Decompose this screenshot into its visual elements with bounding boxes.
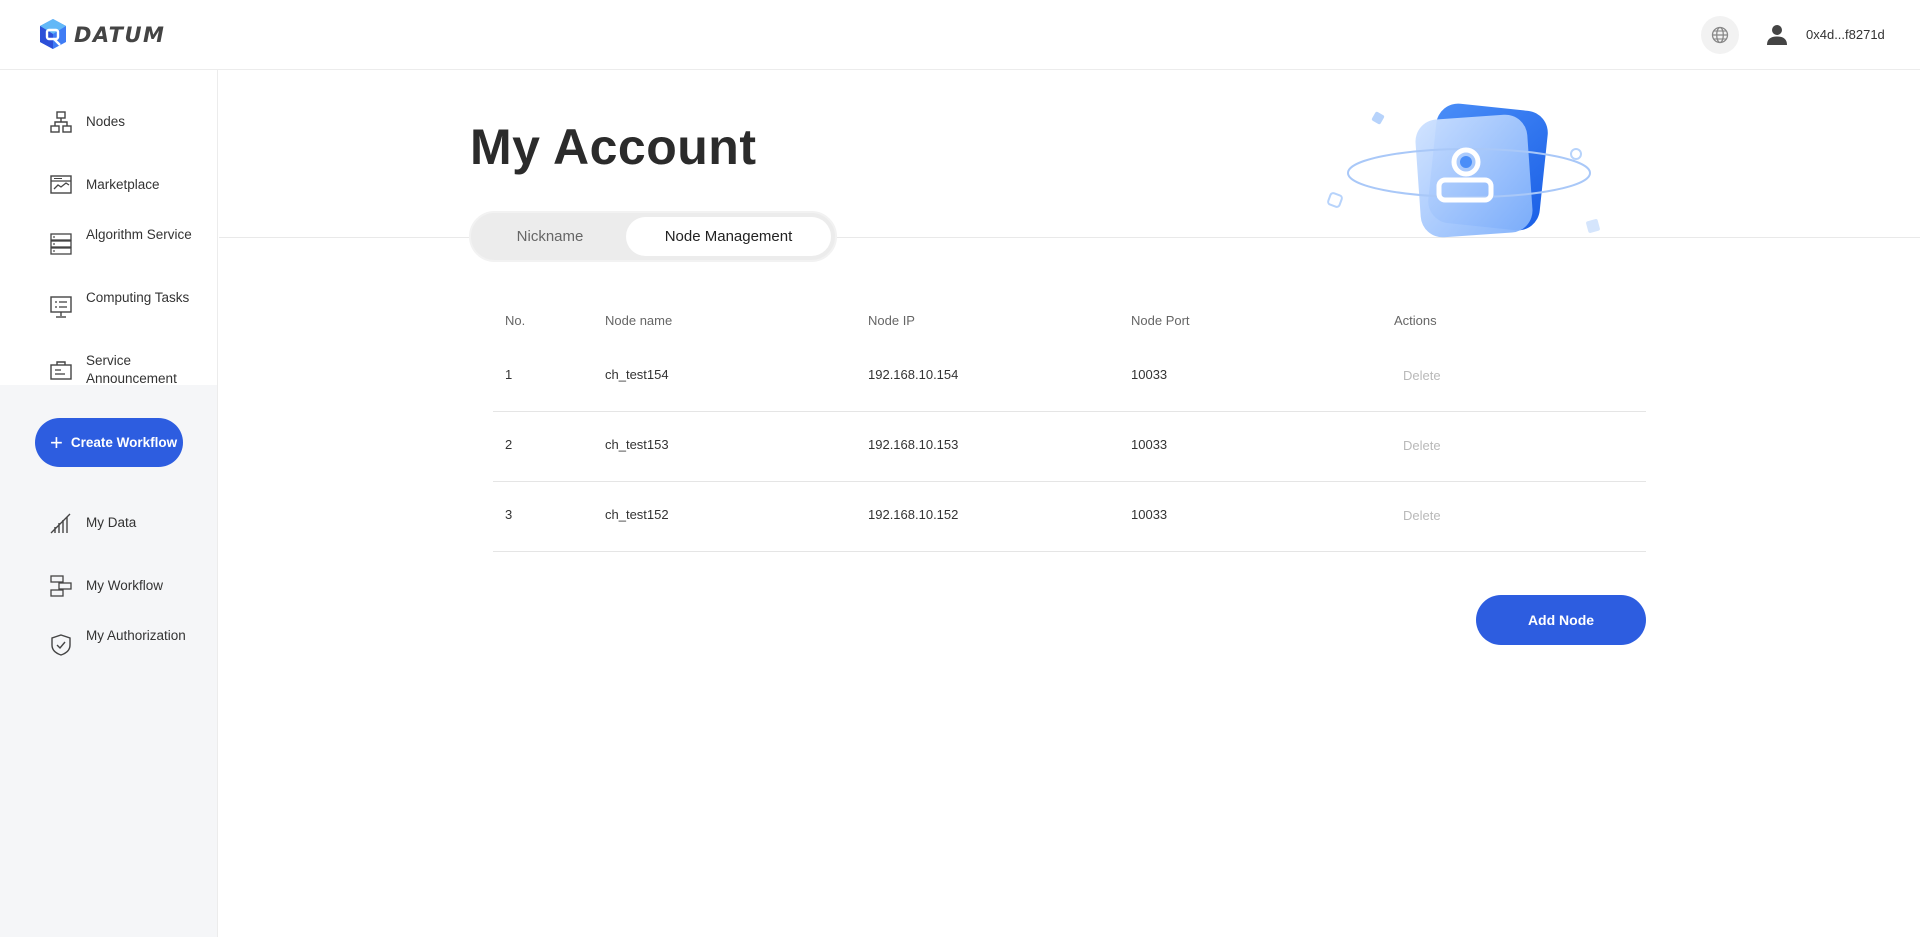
delete-button[interactable]: Delete (1403, 368, 1441, 383)
sidebar-item-label: Marketplace (86, 177, 160, 192)
globe-icon (1711, 26, 1729, 44)
brand-name: DATUM (74, 23, 166, 47)
cell-node-port: 10033 (1131, 507, 1168, 522)
sidebar-item-my-workflow[interactable]: My Workflow (0, 558, 218, 614)
account-tabs: Nickname Node Management (469, 211, 837, 262)
sidebar-item-label: Service Announcement (86, 353, 177, 386)
sidebar-item-label: My Authorization (86, 628, 186, 643)
tab-nickname[interactable]: Nickname (475, 217, 625, 256)
shield-icon (51, 634, 71, 656)
create-workflow-label: Create Workflow (70, 435, 178, 450)
sidebar-item-my-authorization[interactable]: My Authorization (0, 614, 218, 677)
datum-logo-icon (40, 19, 66, 49)
algorithm-icon (50, 233, 72, 255)
cell-node-name: ch_test154 (605, 367, 669, 382)
top-header: DATUM 0x4d...f8271d (0, 0, 1920, 70)
sidebar-item-nodes[interactable]: Nodes (0, 94, 218, 150)
add-node-button[interactable]: Add Node (1476, 595, 1646, 645)
account-illustration (1327, 103, 1600, 238)
language-button[interactable] (1701, 16, 1739, 54)
cell-no: 3 (505, 507, 513, 522)
sidebar-item-label: My Workflow (86, 578, 164, 593)
node-table: No. Node name Node IP Node Port Actions … (493, 300, 1646, 552)
cell-node-port: 10033 (1131, 437, 1168, 452)
sidebar-primary: Nodes Marketplace Algorithm Service Comp… (0, 70, 218, 386)
delete-button[interactable]: Delete (1403, 508, 1441, 523)
sidebar-item-label: My Data (86, 515, 137, 530)
delete-button[interactable]: Delete (1403, 438, 1441, 453)
column-header-no: No. (505, 313, 526, 328)
table-row: 1 ch_test154 192.168.10.154 10033 Delete (493, 342, 1646, 412)
sidebar-item-label: Nodes (86, 114, 126, 129)
tab-node-management[interactable]: Node Management (626, 217, 831, 256)
sidebar-item-computing-tasks[interactable]: Computing Tasks (0, 276, 218, 339)
cell-node-name: ch_test152 (605, 507, 669, 522)
cell-node-ip: 192.168.10.154 (868, 367, 959, 382)
cell-node-ip: 192.168.10.153 (868, 437, 959, 452)
cell-node-name: ch_test153 (605, 437, 669, 452)
cell-node-port: 10033 (1131, 367, 1168, 382)
column-header-node-name: Node name (605, 313, 673, 328)
sidebar-item-my-data[interactable]: My Data (0, 495, 218, 551)
table-row: 3 ch_test152 192.168.10.152 10033 Delete (493, 482, 1646, 552)
sidebar-item-algorithm-service[interactable]: Algorithm Service (0, 213, 218, 276)
create-workflow-button[interactable]: + Create Workflow (35, 418, 183, 467)
user-icon[interactable] (1765, 24, 1789, 46)
page-title: My Account (470, 119, 757, 175)
table-row: 2 ch_test153 192.168.10.153 10033 Delete (493, 412, 1646, 482)
sidebar-item-label: Algorithm Service (86, 227, 192, 242)
datum-logo[interactable]: DATUM (38, 18, 165, 52)
sidebar-item-label: Computing Tasks (86, 290, 190, 305)
plus-icon: + (50, 429, 63, 455)
column-header-node-ip: Node IP (868, 313, 915, 328)
sidebar-item-marketplace[interactable]: Marketplace (0, 157, 218, 213)
marketplace-icon (50, 175, 72, 194)
column-header-node-port: Node Port (1131, 313, 1190, 328)
announcement-icon (50, 361, 72, 380)
table-header: No. Node name Node IP Node Port Actions (493, 300, 1646, 342)
workflow-icon (50, 575, 72, 597)
cell-no: 2 (505, 437, 513, 452)
cell-node-ip: 192.168.10.152 (868, 507, 959, 522)
cell-no: 1 (505, 367, 513, 382)
computing-icon (50, 296, 72, 318)
data-icon (50, 513, 71, 534)
nodes-icon (50, 111, 72, 133)
column-header-actions: Actions (1394, 313, 1437, 328)
wallet-address[interactable]: 0x4d...f8271d (1806, 27, 1885, 42)
